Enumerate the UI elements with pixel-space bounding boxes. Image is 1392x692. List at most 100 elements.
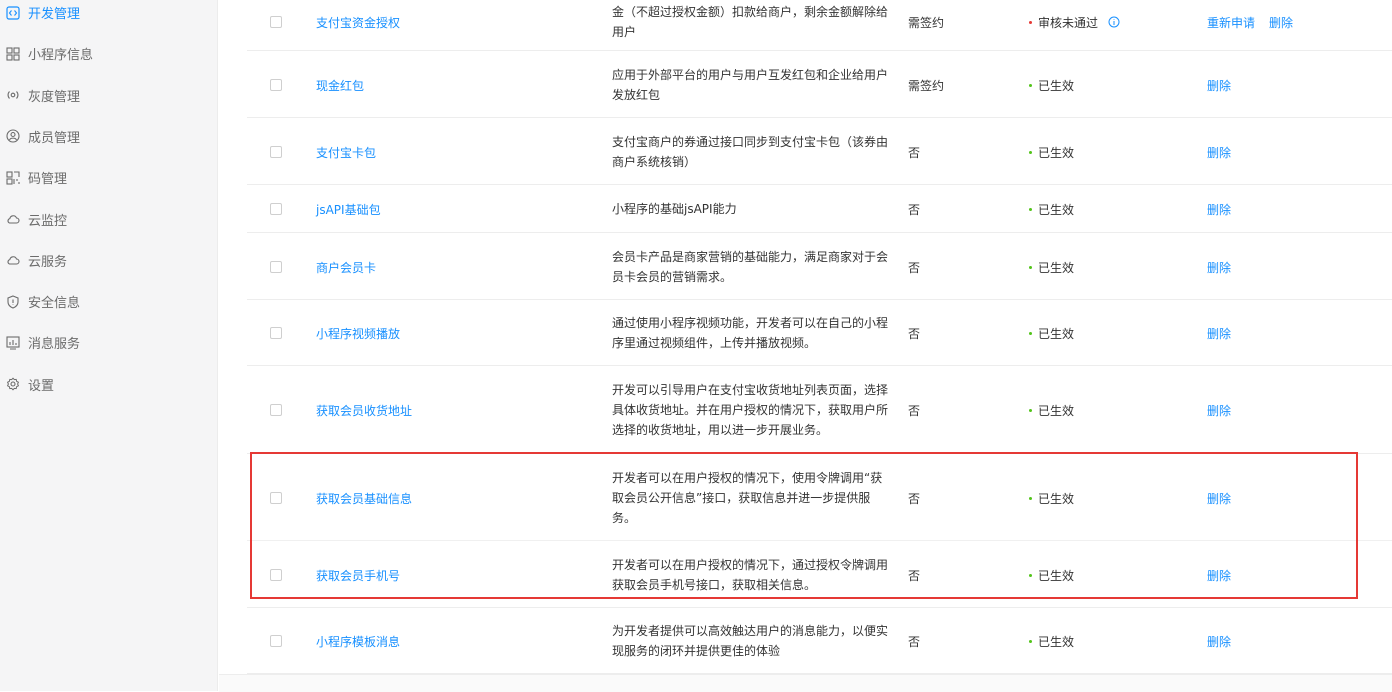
capability-description: 为开发者提供可以高效触达用户的消息能力，以便实现服务的闭环并提供更佳的体验 [612,621,894,661]
delete-link[interactable]: 删除 [1207,79,1231,93]
description-line: 获取会员手机号接口，获取相关信息。 [612,575,894,595]
description-line: 发放红包 [612,85,894,105]
delete-link[interactable]: 删除 [1207,404,1231,418]
sidebar: 开发管理小程序信息灰度管理成员管理码管理云监控云服务安全信息消息服务设置 [0,0,218,691]
sign-required: 需签约 [908,77,944,94]
description-line: 开发者可以在用户授权的情况下，通过授权令牌调用 [612,555,894,575]
sidebar-item-label: 开发管理 [28,3,80,22]
sidebar-item[interactable]: 云监控 [0,199,218,240]
capability-name-link[interactable]: 小程序视频播放 [316,325,400,342]
row-checkbox[interactable] [270,569,282,581]
row-checkbox[interactable] [270,203,282,215]
capability-name-link[interactable]: 支付宝卡包 [316,144,376,161]
sidebar-item[interactable]: 消息服务 [0,322,218,363]
capability-name-link[interactable]: 获取会员手机号 [316,567,400,584]
description-line: 会员卡产品是商家营销的基础能力，满足商家对于会 [612,247,894,267]
table-row: 现金红包应用于外部平台的用户与用户互发红包和企业给用户发放红包需签约已生效删除 [247,51,1392,118]
capability-name-link[interactable]: 现金红包 [316,77,364,94]
delete-link[interactable]: 删除 [1207,635,1231,649]
status-badge: 已生效 [1029,567,1074,584]
sidebar-item-label: 云监控 [28,210,67,229]
sidebar-item-label: 安全信息 [28,292,80,311]
sidebar-item-label: 消息服务 [28,333,80,352]
table-row: 支付宝卡包支付宝商户的券通过接口同步到支付宝卡包（该券由商户系统核销）否已生效删… [247,118,1392,185]
row-checkbox[interactable] [270,79,282,91]
delete-link[interactable]: 删除 [1269,16,1293,30]
row-actions: 删除 [1207,490,1245,507]
sidebar-item[interactable]: 成员管理 [0,116,218,157]
delete-link[interactable]: 删除 [1207,327,1231,341]
row-actions: 删除 [1207,325,1245,342]
row-actions: 删除 [1207,201,1245,218]
info-icon[interactable] [1108,16,1120,28]
description-line: 取会员公开信息”接口，获取信息并进一步提供服 [612,488,894,508]
sidebar-item[interactable]: 码管理 [0,157,218,198]
description-line: 金（不超过授权金额）扣款给商户，剩余金额解除给 [612,2,894,22]
capability-name-link[interactable]: 获取会员基础信息 [316,490,412,507]
capability-description: 通过使用小程序视频功能，开发者可以在自己的小程序里通过视频组件，上传并播放视频。 [612,313,894,353]
sidebar-item[interactable]: 小程序信息 [0,33,218,74]
sidebar-item[interactable]: 设置 [0,364,218,405]
table-bottom-edge [219,674,1392,692]
description-line: 开发者可以在用户授权的情况下，使用令牌调用“获 [612,468,894,488]
row-checkbox[interactable] [270,492,282,504]
status-dot [1029,151,1032,154]
description-line: 小程序的基础jsAPI能力 [612,199,894,219]
row-actions: 重新申请删除 [1207,14,1307,31]
row-checkbox[interactable] [270,404,282,416]
sidebar-item[interactable]: 灰度管理 [0,75,218,116]
grid-icon [6,47,20,61]
sidebar-item-label: 设置 [28,375,54,394]
delete-link[interactable]: 删除 [1207,203,1231,217]
sign-required: 否 [908,144,920,161]
sign-required: 否 [908,201,920,218]
capability-name-link[interactable]: 小程序模板消息 [316,633,400,650]
sidebar-item[interactable]: 云服务 [0,240,218,281]
description-line: 应用于外部平台的用户与用户互发红包和企业给用户 [612,65,894,85]
capability-description: 支付宝商户的券通过接口同步到支付宝卡包（该券由商户系统核销） [612,132,894,172]
sidebar-item-label: 小程序信息 [28,44,93,63]
capability-name-link[interactable]: 支付宝资金授权 [316,14,400,31]
description-line: 现服务的闭环并提供更佳的体验 [612,641,894,661]
capability-name-link[interactable]: 商户会员卡 [316,259,376,276]
status-dot [1029,84,1032,87]
reapply-link[interactable]: 重新申请 [1207,16,1255,30]
capability-description: 小程序的基础jsAPI能力 [612,199,894,219]
capability-description: 金（不超过授权金额）扣款给商户，剩余金额解除给用户 [612,2,894,42]
delete-link[interactable]: 删除 [1207,261,1231,275]
status-dot [1029,21,1032,24]
status-dot [1029,208,1032,211]
delete-link[interactable]: 删除 [1207,569,1231,583]
capability-description: 应用于外部平台的用户与用户互发红包和企业给用户发放红包 [612,65,894,105]
status-badge: 已生效 [1029,325,1074,342]
sidebar-item[interactable]: 开发管理 [0,0,218,33]
row-checkbox[interactable] [270,261,282,273]
row-checkbox[interactable] [270,16,282,28]
row-actions: 删除 [1207,144,1245,161]
shield-icon [6,295,20,309]
description-line: 序里通过视频组件，上传并播放视频。 [612,333,894,353]
capability-name-link[interactable]: jsAPI基础包 [316,201,381,218]
row-checkbox[interactable] [270,635,282,647]
row-checkbox[interactable] [270,146,282,158]
capability-description: 开发可以引导用户在支付宝收货地址列表页面，选择具体收货地址。并在用户授权的情况下… [612,380,894,440]
description-line: 员卡会员的营销需求。 [612,267,894,287]
status-text: 已生效 [1038,567,1074,584]
sidebar-item-label: 成员管理 [28,127,80,146]
delete-link[interactable]: 删除 [1207,492,1231,506]
capability-description: 会员卡产品是商家营销的基础能力，满足商家对于会员卡会员的营销需求。 [612,247,894,287]
sidebar-item-label: 云服务 [28,251,67,270]
capability-name-link[interactable]: 获取会员收货地址 [316,402,412,419]
sidebar-item[interactable]: 安全信息 [0,281,218,322]
row-actions: 删除 [1207,77,1245,94]
table-row: 获取会员基础信息 开发者可以在用户授权的情况下，使用令牌调用“获取会员公开信息”接… [247,454,1392,541]
status-text: 已生效 [1038,633,1074,650]
sign-required: 否 [908,567,920,584]
delete-link[interactable]: 删除 [1207,146,1231,160]
description-line: 通过使用小程序视频功能，开发者可以在自己的小程 [612,313,894,333]
table-row: 商户会员卡会员卡产品是商家营销的基础能力，满足商家对于会员卡会员的营销需求。否已… [247,233,1392,300]
table-row: jsAPI基础包小程序的基础jsAPI能力否已生效删除 [247,185,1392,233]
description-line: 用户 [612,22,894,42]
row-checkbox[interactable] [270,327,282,339]
status-badge: 已生效 [1029,490,1074,507]
